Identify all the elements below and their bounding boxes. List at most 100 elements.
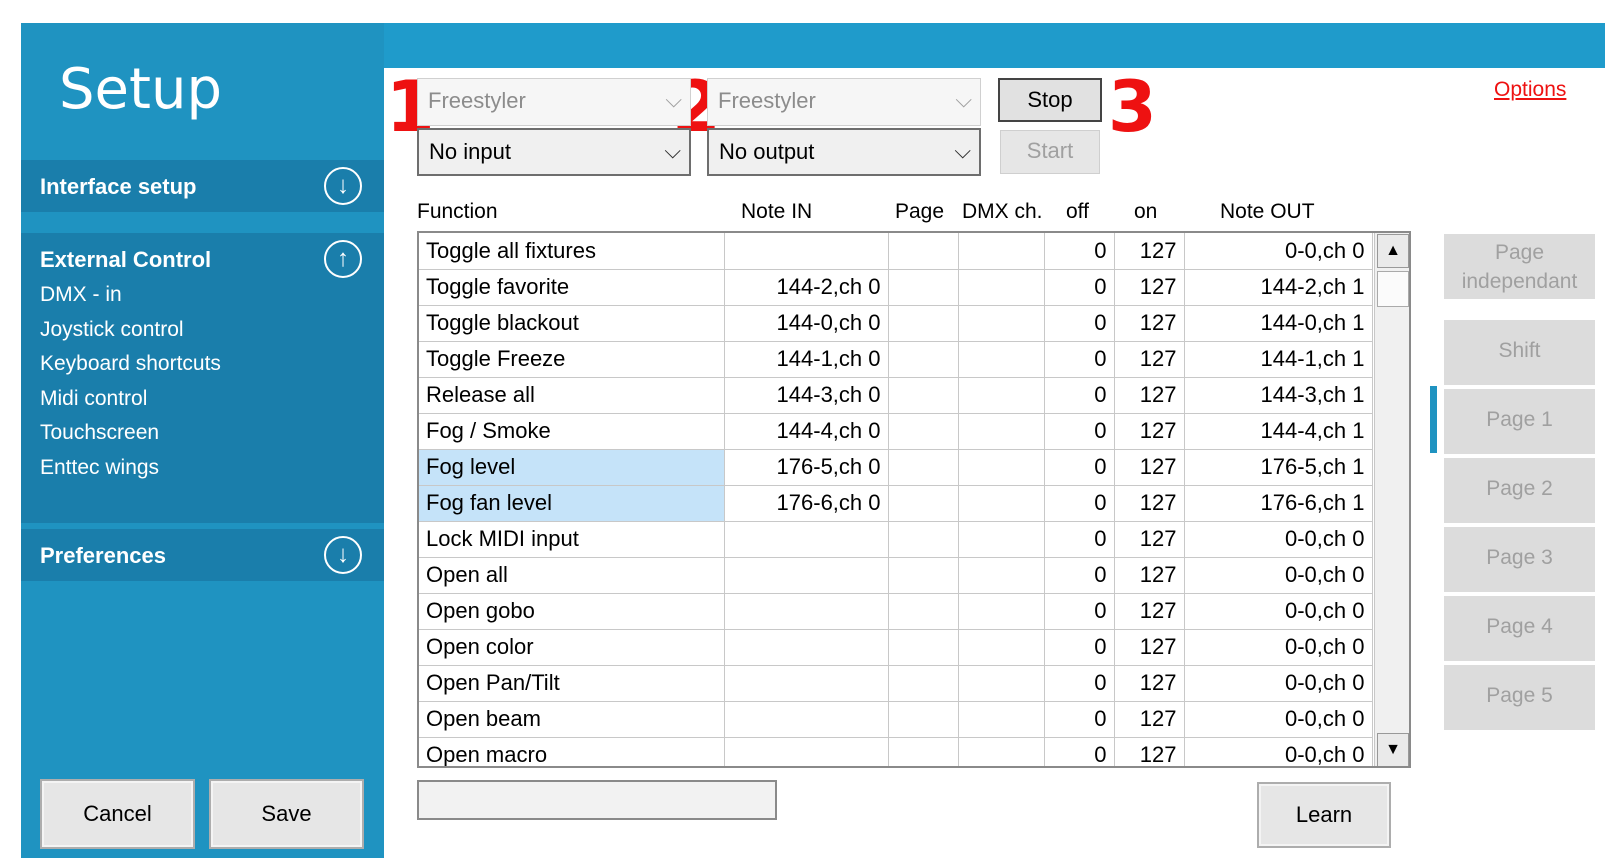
expand-arrow-icon[interactable]: ↓ bbox=[324, 536, 362, 574]
cell-page[interactable] bbox=[888, 413, 959, 450]
cell-note-out[interactable]: 0-0,ch 0 bbox=[1184, 233, 1373, 270]
cell-off[interactable]: 0 bbox=[1044, 449, 1115, 486]
options-link[interactable]: Options bbox=[1494, 78, 1566, 102]
cell-off[interactable]: 0 bbox=[1044, 485, 1115, 522]
page-5-button[interactable]: Page 5 bbox=[1444, 665, 1595, 730]
cell-note-in[interactable]: 144-3,ch 0 bbox=[724, 377, 889, 414]
cell-on[interactable]: 127 bbox=[1114, 485, 1185, 522]
cell-off[interactable]: 0 bbox=[1044, 269, 1115, 306]
cancel-button[interactable]: Cancel bbox=[40, 779, 195, 849]
cell-note-in[interactable] bbox=[724, 233, 889, 270]
cell-function[interactable]: Fog level bbox=[419, 449, 725, 486]
cell-dmx[interactable] bbox=[958, 341, 1045, 378]
cell-note-in[interactable] bbox=[724, 521, 889, 558]
cell-page[interactable] bbox=[888, 377, 959, 414]
cell-function[interactable]: Open gobo bbox=[419, 593, 725, 630]
sidebar-item-enttec[interactable]: Enttec wings bbox=[40, 451, 221, 486]
cell-page[interactable] bbox=[888, 665, 959, 702]
table-row[interactable]: Open beam 0 127 0-0,ch 0 bbox=[419, 701, 1373, 738]
cell-page[interactable] bbox=[888, 305, 959, 342]
page-3-button[interactable]: Page 3 bbox=[1444, 527, 1595, 592]
cell-dmx[interactable] bbox=[958, 521, 1045, 558]
cell-note-in[interactable] bbox=[724, 665, 889, 702]
cell-off[interactable]: 0 bbox=[1044, 413, 1115, 450]
cell-note-out[interactable]: 144-4,ch 1 bbox=[1184, 413, 1373, 450]
expand-arrow-icon[interactable]: ↓ bbox=[324, 167, 362, 205]
shift-button[interactable]: Shift bbox=[1444, 320, 1595, 385]
table-row[interactable]: Toggle all fixtures 0 127 0-0,ch 0 bbox=[419, 233, 1373, 270]
cell-on[interactable]: 127 bbox=[1114, 269, 1185, 306]
cell-page[interactable] bbox=[888, 233, 959, 270]
cell-function[interactable]: Release all bbox=[419, 377, 725, 414]
table-row[interactable]: Toggle blackout 144-0,ch 0 0 127 144-0,ch 1 bbox=[419, 305, 1373, 342]
cell-note-in[interactable]: 176-6,ch 0 bbox=[724, 485, 889, 522]
cell-note-out[interactable]: 0-0,ch 0 bbox=[1184, 557, 1373, 594]
cell-on[interactable]: 127 bbox=[1114, 557, 1185, 594]
cell-note-in[interactable]: 144-0,ch 0 bbox=[724, 305, 889, 342]
cell-note-out[interactable]: 176-5,ch 1 bbox=[1184, 449, 1373, 486]
vertical-scrollbar[interactable]: ▲ ▼ bbox=[1374, 233, 1409, 766]
table-row[interactable]: Open macro 0 127 0-0,ch 0 bbox=[419, 737, 1373, 766]
scroll-up-icon[interactable]: ▲ bbox=[1377, 234, 1409, 268]
cell-on[interactable]: 127 bbox=[1114, 629, 1185, 666]
cell-dmx[interactable] bbox=[958, 593, 1045, 630]
cell-dmx[interactable] bbox=[958, 485, 1045, 522]
cell-page[interactable] bbox=[888, 449, 959, 486]
cell-note-out[interactable]: 144-0,ch 1 bbox=[1184, 305, 1373, 342]
cell-function[interactable]: Toggle favorite bbox=[419, 269, 725, 306]
table-row[interactable]: Fog level 176-5,ch 0 0 127 176-5,ch 1 bbox=[419, 449, 1373, 486]
cell-page[interactable] bbox=[888, 593, 959, 630]
cell-note-in[interactable]: 144-1,ch 0 bbox=[724, 341, 889, 378]
collapse-arrow-icon[interactable]: ↑ bbox=[324, 240, 362, 278]
table-row[interactable]: Lock MIDI input 0 127 0-0,ch 0 bbox=[419, 521, 1373, 558]
table-row[interactable]: Open gobo 0 127 0-0,ch 0 bbox=[419, 593, 1373, 630]
cell-on[interactable]: 127 bbox=[1114, 377, 1185, 414]
cell-function[interactable]: Open beam bbox=[419, 701, 725, 738]
cell-function[interactable]: Fog fan level bbox=[419, 485, 725, 522]
cell-page[interactable] bbox=[888, 521, 959, 558]
cell-note-in[interactable] bbox=[724, 701, 889, 738]
cell-off[interactable]: 0 bbox=[1044, 593, 1115, 630]
table-row[interactable]: Fog fan level 176-6,ch 0 0 127 176-6,ch 1 bbox=[419, 485, 1373, 522]
cell-off[interactable]: 0 bbox=[1044, 737, 1115, 766]
cell-page[interactable] bbox=[888, 737, 959, 766]
cell-on[interactable]: 127 bbox=[1114, 449, 1185, 486]
cell-on[interactable]: 127 bbox=[1114, 737, 1185, 766]
table-row[interactable]: Open Pan/Tilt 0 127 0-0,ch 0 bbox=[419, 665, 1373, 702]
page-2-button[interactable]: Page 2 bbox=[1444, 458, 1595, 523]
cell-note-out[interactable]: 0-0,ch 0 bbox=[1184, 665, 1373, 702]
cell-note-in[interactable] bbox=[724, 593, 889, 630]
cell-function[interactable]: Open color bbox=[419, 629, 725, 666]
section-interface-setup[interactable]: Interface setup ↓ bbox=[21, 160, 384, 212]
input-port-select[interactable]: No input ⌵ bbox=[417, 128, 691, 176]
table-row[interactable]: Fog / Smoke 144-4,ch 0 0 127 144-4,ch 1 bbox=[419, 413, 1373, 450]
cell-off[interactable]: 0 bbox=[1044, 305, 1115, 342]
cell-off[interactable]: 0 bbox=[1044, 233, 1115, 270]
cell-note-out[interactable]: 0-0,ch 0 bbox=[1184, 521, 1373, 558]
cell-page[interactable] bbox=[888, 269, 959, 306]
cell-off[interactable]: 0 bbox=[1044, 341, 1115, 378]
cell-off[interactable]: 0 bbox=[1044, 377, 1115, 414]
table-row[interactable]: Toggle favorite 144-2,ch 0 0 127 144-2,ch 1 bbox=[419, 269, 1373, 306]
cell-page[interactable] bbox=[888, 341, 959, 378]
start-button[interactable]: Start bbox=[1000, 130, 1100, 174]
cell-page[interactable] bbox=[888, 629, 959, 666]
sidebar-item-midi[interactable]: Midi control bbox=[40, 382, 221, 417]
cell-page[interactable] bbox=[888, 557, 959, 594]
text-field[interactable] bbox=[417, 780, 777, 820]
cell-on[interactable]: 127 bbox=[1114, 665, 1185, 702]
cell-note-out[interactable]: 144-3,ch 1 bbox=[1184, 377, 1373, 414]
page-1-button[interactable]: Page 1 bbox=[1444, 389, 1595, 454]
cell-note-out[interactable]: 176-6,ch 1 bbox=[1184, 485, 1373, 522]
cell-off[interactable]: 0 bbox=[1044, 701, 1115, 738]
cell-function[interactable]: Open macro bbox=[419, 737, 725, 766]
sidebar-item-touchscreen[interactable]: Touchscreen bbox=[40, 416, 221, 451]
cell-on[interactable]: 127 bbox=[1114, 413, 1185, 450]
cell-note-in[interactable] bbox=[724, 629, 889, 666]
output-port-select[interactable]: No output ⌵ bbox=[707, 128, 981, 176]
cell-note-in[interactable] bbox=[724, 737, 889, 766]
table-row[interactable]: Open all 0 127 0-0,ch 0 bbox=[419, 557, 1373, 594]
cell-off[interactable]: 0 bbox=[1044, 521, 1115, 558]
cell-function[interactable]: Open Pan/Tilt bbox=[419, 665, 725, 702]
cell-function[interactable]: Toggle all fixtures bbox=[419, 233, 725, 270]
